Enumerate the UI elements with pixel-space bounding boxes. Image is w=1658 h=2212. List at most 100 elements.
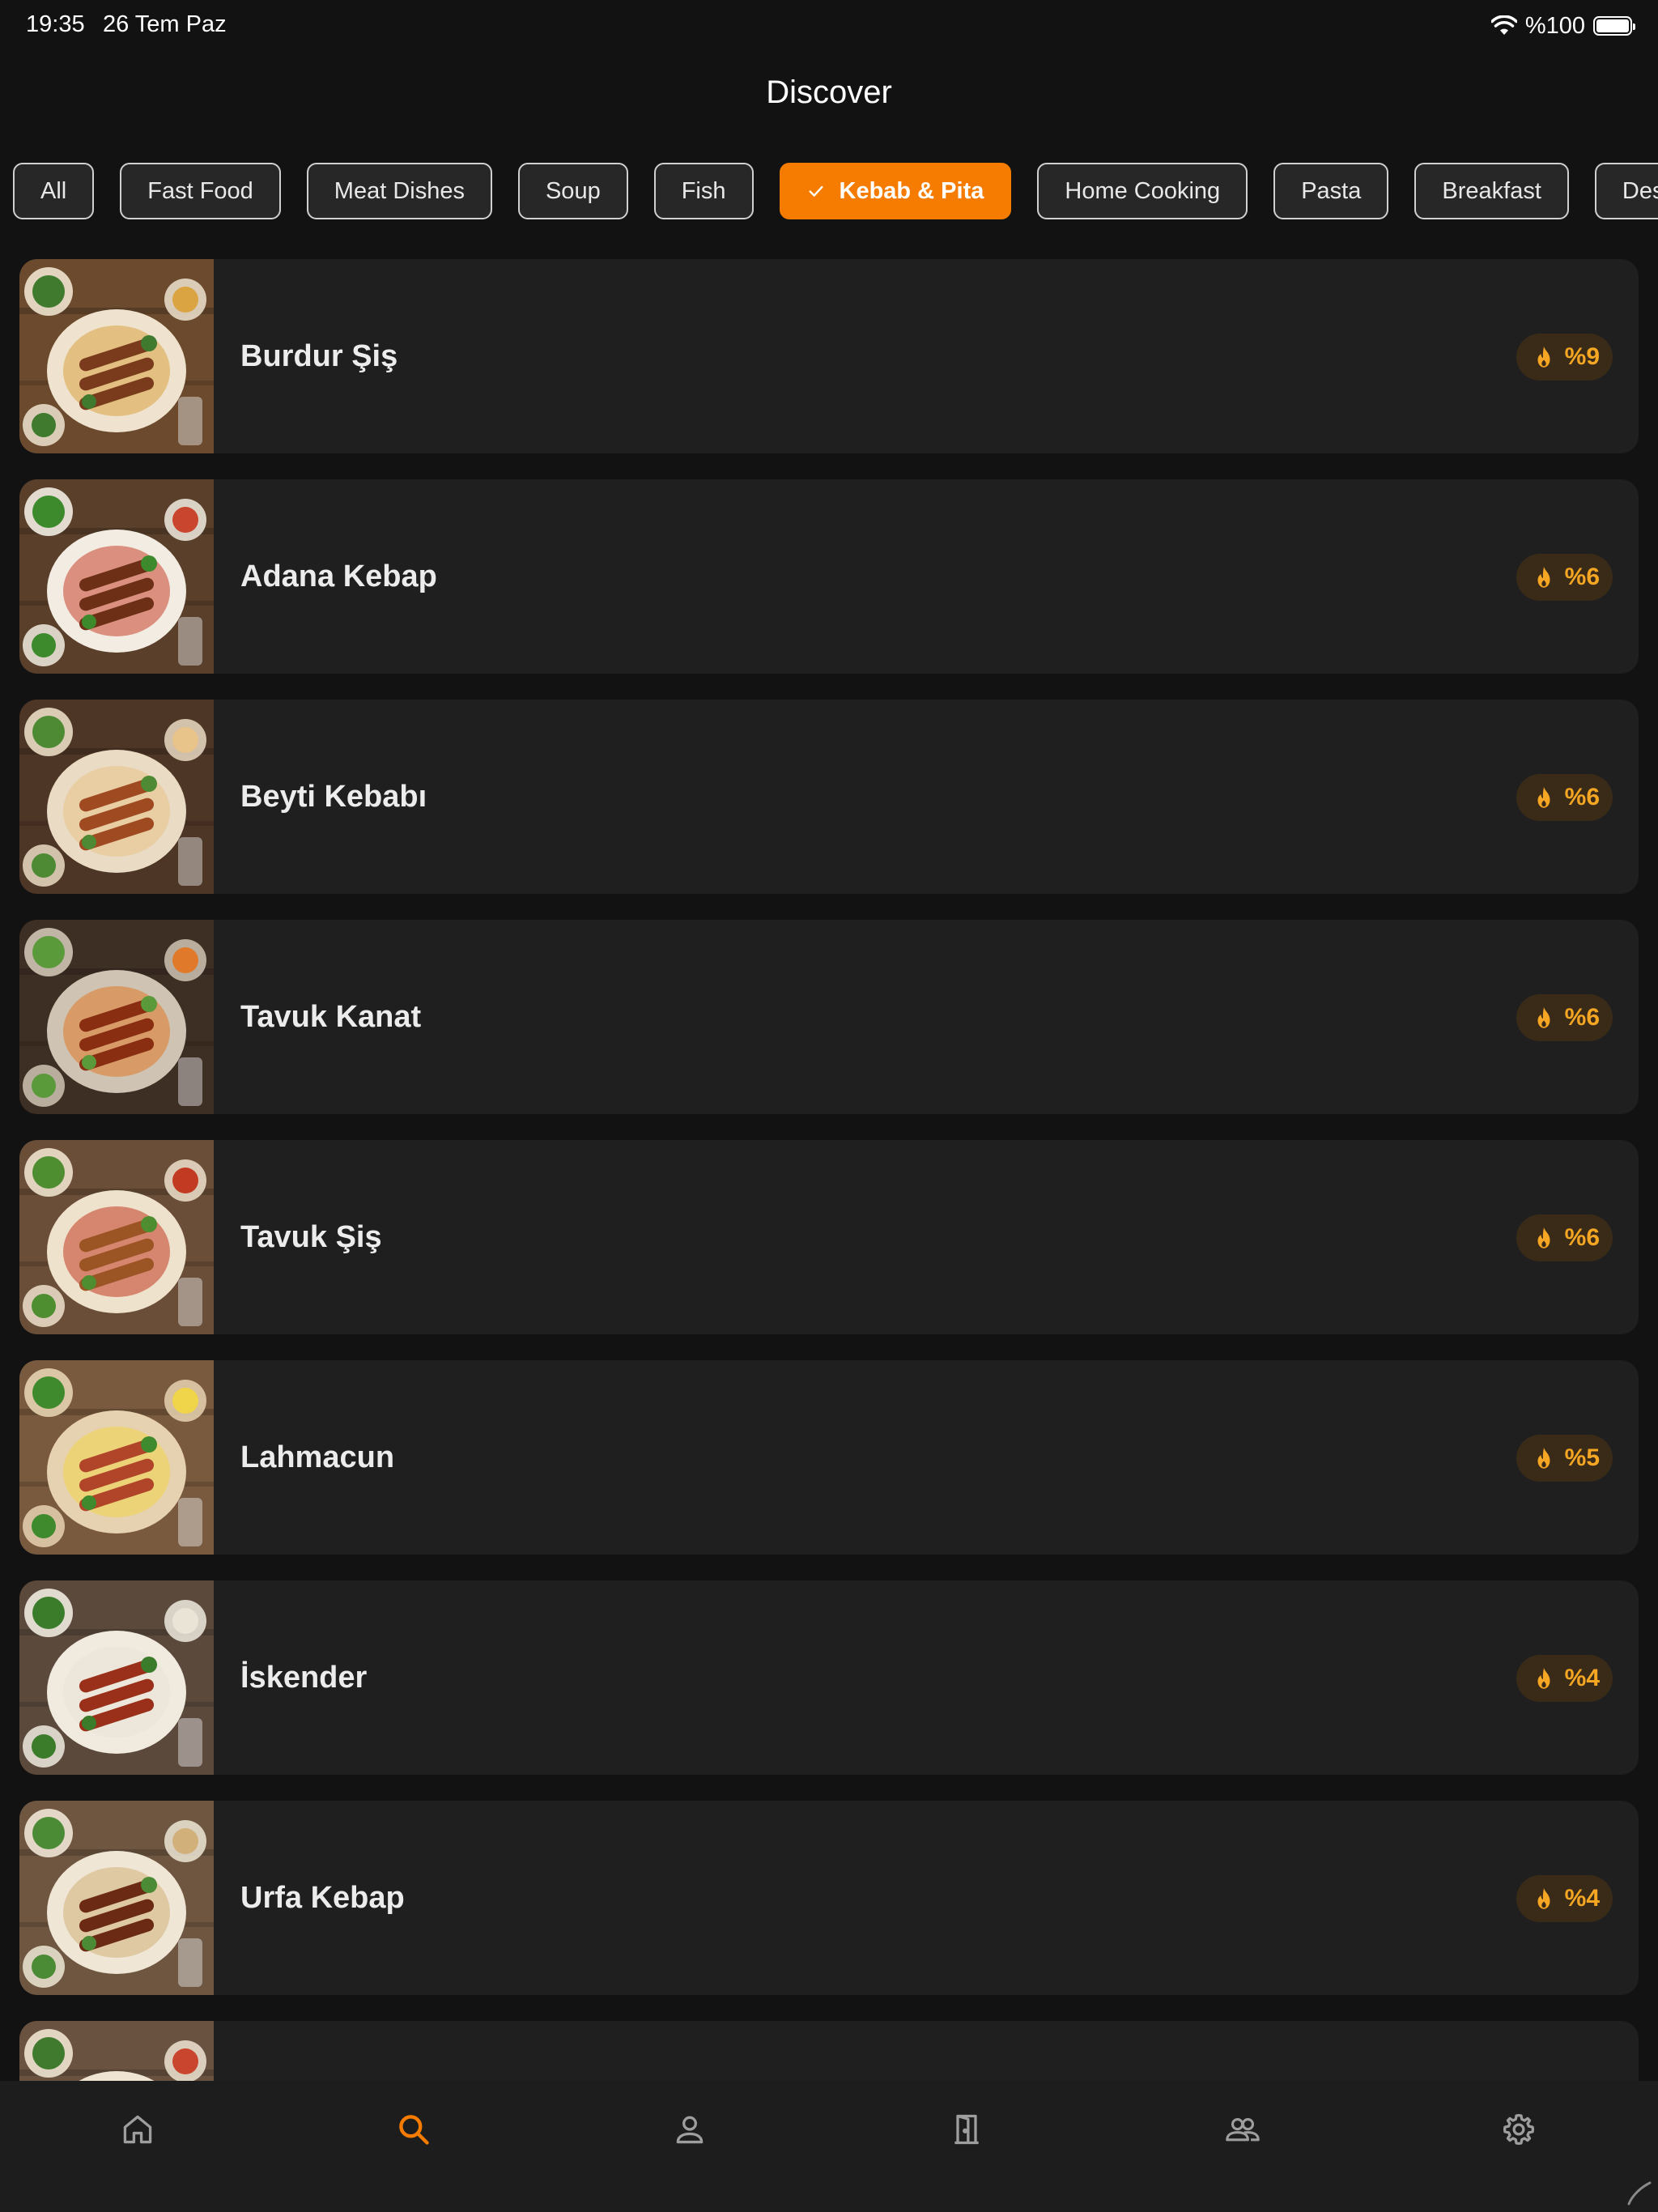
- status-bar: 19:35 26 Tem Paz %100: [0, 0, 1658, 52]
- filter-chip-label: Kebab & Pita: [839, 177, 984, 204]
- popularity-badge: %6: [1516, 994, 1613, 1041]
- nav-search[interactable]: [389, 2105, 438, 2154]
- dish-list[interactable]: Burdur Şiş %9 Adana Kebap %6 Beyti Kebabı %6 T…: [19, 259, 1639, 2081]
- filter-chip[interactable]: Meat Dishes: [306, 163, 492, 219]
- dish-photo: [19, 1580, 214, 1775]
- popularity-value: %4: [1564, 1885, 1600, 1912]
- group-icon: [1226, 2117, 1260, 2142]
- dish-photo: [19, 920, 214, 1114]
- dish-name: İskender: [240, 1661, 368, 1695]
- nav-settings[interactable]: [1494, 2105, 1543, 2154]
- dish-card[interactable]: Tavuk Kanat %6: [19, 920, 1639, 1114]
- dish-photo-art: [19, 1580, 214, 1775]
- dish-photo-art: [19, 1140, 214, 1334]
- filter-chip[interactable]: Breakfast: [1414, 163, 1569, 219]
- nav-group[interactable]: [1218, 2105, 1267, 2154]
- dish-photo-art: [19, 700, 214, 894]
- filter-chip[interactable]: Home Cooking: [1037, 163, 1248, 219]
- filter-chip[interactable]: Pasta: [1273, 163, 1389, 219]
- status-indicators: %100: [1490, 11, 1635, 40]
- dish-card[interactable]: Beyti Kebabı %6: [19, 700, 1639, 894]
- flame-icon: [1537, 566, 1550, 588]
- dish-name: Urfa Kebap: [240, 1881, 405, 1915]
- filter-chip-label: Des: [1622, 177, 1658, 204]
- filter-chip-label: All: [40, 177, 67, 204]
- dish-photo: [19, 1360, 214, 1555]
- dish-name: Tavuk Kanat: [240, 1000, 422, 1034]
- dish-name: Beyti Kebabı: [240, 780, 427, 814]
- person-icon: [676, 2116, 704, 2144]
- dish-name: Burdur Şiş: [240, 339, 398, 373]
- home-icon: [123, 2115, 152, 2144]
- dish-photo-art: [19, 2021, 214, 2081]
- battery-percentage: %100: [1524, 12, 1585, 39]
- popularity-value: %6: [1564, 784, 1600, 810]
- dish-photo-art: [19, 1360, 214, 1555]
- door-icon: [954, 2114, 979, 2145]
- popularity-badge: %4: [1516, 1655, 1613, 1702]
- status-time: 19:35: [26, 11, 85, 37]
- popularity-badge: %9: [1516, 334, 1613, 381]
- search-icon: [399, 2115, 429, 2145]
- page-title: Discover: [766, 74, 892, 110]
- filter-chip-label: Meat Dishes: [334, 177, 465, 204]
- discover-screen: 19:35 26 Tem Paz %100 Discover All Fast F…: [0, 0, 1658, 2212]
- resize-handle-icon: [1627, 2181, 1652, 2206]
- filter-chip-label: Breakfast: [1442, 177, 1541, 204]
- filter-chip[interactable]: Soup: [517, 163, 628, 219]
- popularity-badge: %6: [1516, 554, 1613, 601]
- popularity-badge: %5: [1516, 1435, 1613, 1482]
- dish-photo-art: [19, 920, 214, 1114]
- popularity-value: %4: [1564, 1665, 1600, 1691]
- bottom-navigation: [0, 2081, 1658, 2212]
- flame-icon: [1537, 1006, 1550, 1028]
- dish-photo: [19, 259, 214, 453]
- filter-chip-label: Fast Food: [147, 177, 253, 204]
- filter-chip-label: Pasta: [1301, 177, 1362, 204]
- nav-home[interactable]: [113, 2105, 162, 2154]
- dish-photo: [19, 479, 214, 674]
- dish-photo-art: [19, 259, 214, 453]
- popularity-badge: %4: [1516, 1875, 1613, 1922]
- wifi-icon: [1490, 15, 1517, 35]
- filter-chip[interactable]: Fish: [653, 163, 754, 219]
- dish-photo: [19, 700, 214, 894]
- status-date: 26 Tem Paz: [103, 11, 227, 37]
- dish-photo: [19, 1140, 214, 1334]
- battery-icon: [1593, 16, 1635, 36]
- flame-icon: [1537, 786, 1550, 808]
- flame-icon: [1537, 1887, 1550, 1909]
- dish-card[interactable]: Lahmacun %5: [19, 1360, 1639, 1555]
- dish-card[interactable]: Tavuk Şiş %6: [19, 1140, 1639, 1334]
- filter-chip[interactable]: All: [13, 163, 95, 219]
- check-icon: [808, 185, 823, 197]
- filter-chip-label: Home Cooking: [1065, 177, 1221, 204]
- flame-icon: [1537, 1667, 1550, 1689]
- filter-chip[interactable]: Fast Food: [120, 163, 281, 219]
- dish-name: Lahmacun: [240, 1440, 395, 1474]
- dish-photo: [19, 1801, 214, 1995]
- filter-chip[interactable]: Des: [1594, 163, 1658, 219]
- dish-card[interactable]: [19, 2021, 1639, 2081]
- dish-card[interactable]: İskender %4: [19, 1580, 1639, 1775]
- dish-name: Tavuk Şiş: [240, 1220, 382, 1254]
- dish-photo-art: [19, 1801, 214, 1995]
- dish-card[interactable]: Adana Kebap %6: [19, 479, 1639, 674]
- dish-photo: [19, 2021, 214, 2081]
- popularity-value: %6: [1564, 564, 1600, 590]
- filter-chip[interactable]: Kebab & Pita: [779, 163, 1012, 219]
- battery-level: [1596, 19, 1629, 32]
- nav-profile[interactable]: [665, 2105, 714, 2154]
- nav-door[interactable]: [942, 2105, 991, 2154]
- flame-icon: [1537, 1227, 1550, 1249]
- filter-chip-label: Fish: [681, 177, 726, 204]
- dish-name: Adana Kebap: [240, 559, 437, 593]
- category-filter-bar[interactable]: All Fast Food Meat Dishes Soup Fish Kebab & P…: [13, 163, 1658, 221]
- flame-icon: [1537, 346, 1550, 368]
- settings-icon: [1503, 2113, 1535, 2146]
- dish-card[interactable]: Urfa Kebap %4: [19, 1801, 1639, 1995]
- filter-chip-label: Soup: [545, 177, 601, 204]
- popularity-badge: %6: [1516, 774, 1613, 821]
- dish-card[interactable]: Burdur Şiş %9: [19, 259, 1639, 453]
- popularity-value: %5: [1564, 1444, 1600, 1471]
